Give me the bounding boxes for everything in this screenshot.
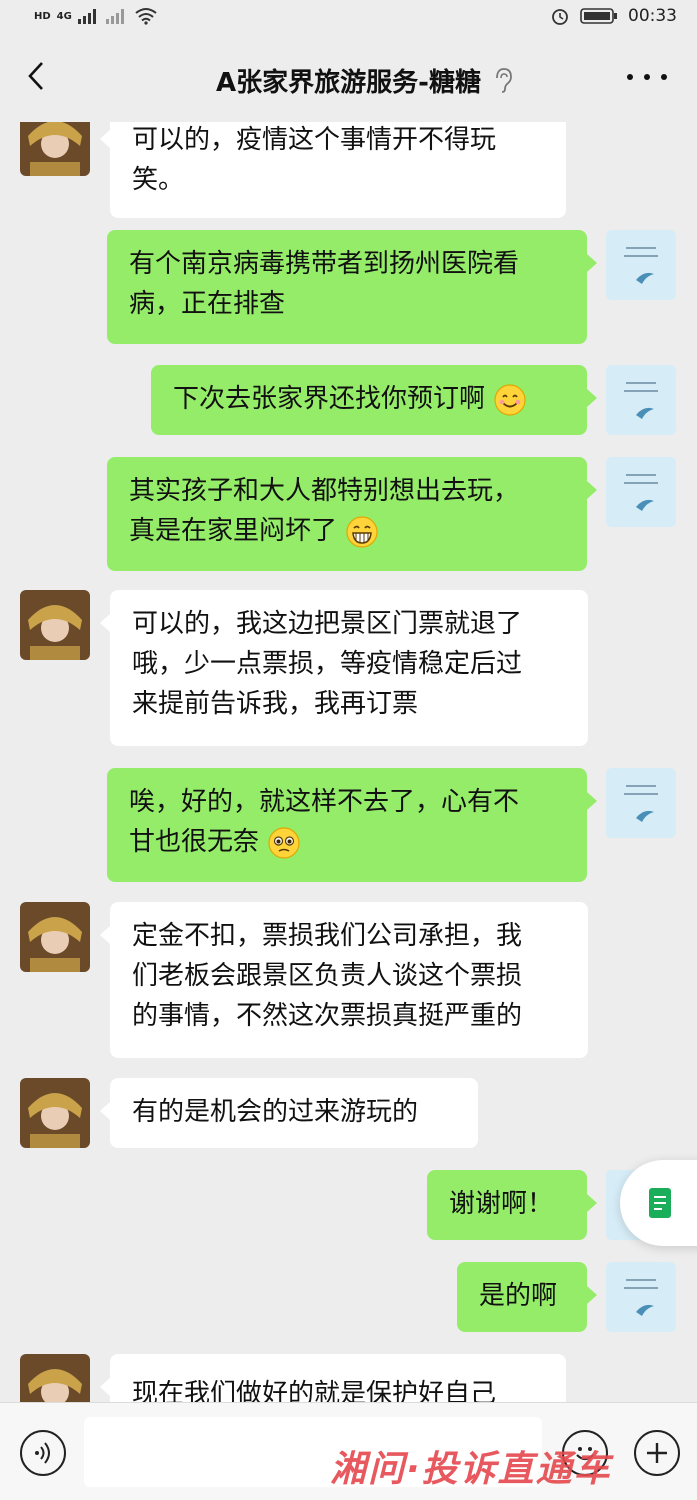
pleading-emoji-icon [268, 826, 300, 859]
wifi-icon [135, 8, 157, 25]
dot-icon [661, 74, 667, 80]
floating-note-button[interactable] [620, 1160, 697, 1246]
network-type-label: 4G [56, 10, 72, 22]
incoming-bubble[interactable]: 可以的，我这边把景区门票就退了 哦，少一点票损，等疫情稳定后过 来提前告诉我，我… [100, 590, 588, 746]
message-list[interactable]: 可以的，疫情这个事情开不得玩 笑。 有个南京病毒携带者到扬州医院看 病，正在排查… [0, 122, 697, 1402]
voice-icon [35, 1442, 50, 1464]
message-text-line-wrap: 甘也很无奈 [129, 822, 565, 862]
incoming-bubble[interactable]: 现在我们做好的就是保护好自己 [100, 1354, 566, 1402]
dot-icon [627, 74, 633, 80]
note-icon [649, 1188, 671, 1218]
battery-icon [580, 8, 617, 24]
message-text-line: 其实孩子和大人都特别想出去玩， [129, 476, 520, 506]
message-text-line: 是的啊 [479, 1281, 558, 1311]
message-text-line: 笑。 [132, 165, 185, 195]
more-options-button[interactable] [627, 62, 667, 92]
outgoing-bubble[interactable]: 是的啊 [457, 1262, 597, 1332]
message-text-line: 有个南京病毒携带者到扬州医院看 [129, 249, 520, 279]
my-avatar[interactable] [606, 1262, 676, 1332]
message-text-line: 来提前告诉我，我再订票 [132, 689, 419, 719]
message-text-line: 的事情，不然这次票损真挺严重的 [132, 1001, 523, 1031]
chat-title: A张家界旅游服务-糖糖 [216, 68, 481, 98]
my-avatar[interactable] [606, 230, 676, 300]
message-text-line: 们老板会跟景区负责人谈这个票损 [132, 961, 523, 991]
my-avatar[interactable] [606, 457, 676, 527]
contact-avatar[interactable] [20, 1354, 90, 1402]
status-right: 00:33 [550, 6, 677, 26]
chat-screen: HD 4G 00:33 A张家界旅游服务-糖糖 可以的，疫情这个事情开不得玩 笑… [0, 0, 697, 1500]
message-text-line: 唉，好的，就这样不去了，心有不 [129, 787, 520, 817]
plus-icon [647, 1443, 667, 1463]
message-text-line: 谢谢啊！ [449, 1189, 554, 1219]
smile-emoji-icon [494, 383, 526, 416]
signal-icon [77, 9, 96, 24]
signal-icon-secondary [105, 9, 124, 24]
grin-emoji-icon [346, 515, 378, 548]
message-text-line: 甘也很无奈 [129, 827, 260, 857]
outgoing-bubble[interactable]: 下次去张家界还找你预订啊 [151, 365, 597, 435]
message-text-line: 真是在家里闷坏了 [129, 516, 338, 546]
message-text-line: 可以的，疫情这个事情开不得玩 [132, 125, 497, 155]
nav-bar: A张家界旅游服务-糖糖 [0, 32, 697, 122]
my-avatar[interactable] [606, 365, 676, 435]
more-functions-button[interactable] [634, 1430, 680, 1476]
status-left: HD 4G [34, 7, 158, 25]
clock-time: 00:33 [628, 6, 677, 26]
status-bar: HD 4G 00:33 [0, 0, 697, 32]
watermark-logo: 湘问·投诉直通车 [330, 1449, 612, 1490]
dot-icon [644, 74, 650, 80]
message-text-line: 哦，少一点票损，等疫情稳定后过 [132, 649, 523, 679]
message-text-line: 病，正在排查 [129, 289, 286, 319]
outgoing-bubble[interactable]: 其实孩子和大人都特别想出去玩， 真是在家里闷坏了 [107, 457, 597, 571]
voice-input-button[interactable] [20, 1430, 66, 1476]
hd-badge: HD [34, 10, 51, 22]
incoming-bubble[interactable]: 有的是机会的过来游玩的 [100, 1078, 478, 1148]
message-text-line: 下次去张家界还找你预订啊 [173, 384, 486, 414]
outgoing-bubble[interactable]: 唉，好的，就这样不去了，心有不 甘也很无奈 [107, 768, 597, 882]
message-text-line: 现在我们做好的就是保护好自己 [132, 1379, 497, 1402]
message-text-line: 定金不扣，票损我们公司承担，我 [132, 921, 523, 951]
contact-avatar[interactable] [20, 122, 90, 176]
outgoing-bubble[interactable]: 谢谢啊！ [427, 1170, 597, 1240]
incoming-bubble[interactable]: 可以的，疫情这个事情开不得玩 笑。 [100, 122, 566, 218]
outgoing-bubble[interactable]: 有个南京病毒携带者到扬州医院看 病，正在排查 [107, 230, 597, 344]
message-text-line: 有的是机会的过来游玩的 [132, 1097, 419, 1127]
contact-avatar[interactable] [20, 1078, 90, 1148]
incoming-bubble[interactable]: 定金不扣，票损我们公司承担，我 们老板会跟景区负责人谈这个票损 的事情，不然这次… [100, 902, 588, 1058]
contact-avatar[interactable] [20, 590, 90, 660]
my-avatar[interactable] [606, 768, 676, 838]
alarm-icon [552, 9, 568, 25]
ear-icon [496, 68, 512, 93]
message-text-line: 可以的，我这边把景区门票就退了 [132, 609, 523, 639]
message-text-line-wrap: 真是在家里闷坏了 [129, 511, 565, 551]
contact-avatar[interactable] [20, 902, 90, 972]
